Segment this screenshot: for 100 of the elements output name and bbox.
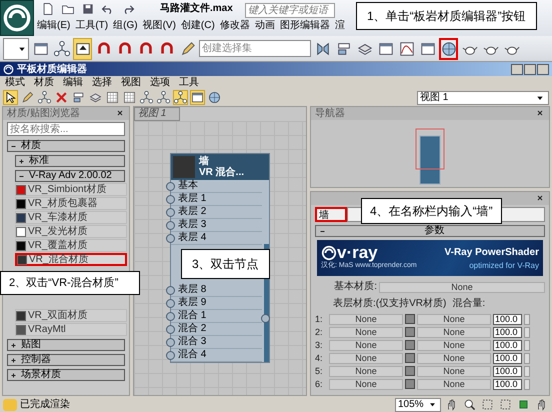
name-field[interactable]: 墙 bbox=[315, 207, 347, 222]
group-header[interactable]: 场景材质 bbox=[7, 369, 125, 381]
zoom-dropdown[interactable]: 105% bbox=[395, 398, 441, 412]
output-socket[interactable] bbox=[261, 314, 270, 323]
material-item[interactable]: VR_发光材质 bbox=[15, 225, 127, 238]
material-slot-button[interactable]: None bbox=[329, 340, 403, 350]
minimize-button[interactable] bbox=[511, 64, 523, 74]
search-field[interactable]: 键入关键字或短语 bbox=[244, 2, 335, 18]
menu-item[interactable]: 编辑 bbox=[63, 76, 83, 89]
cursor-icon bbox=[4, 91, 17, 104]
frame-icon bbox=[499, 398, 512, 411]
toolbar-button[interactable] bbox=[3, 90, 18, 105]
row-index: 3: bbox=[315, 339, 324, 351]
menu-item[interactable]: 模式 bbox=[5, 76, 25, 89]
material-slot-button[interactable]: None bbox=[417, 378, 491, 390]
file-icon bbox=[41, 2, 55, 16]
field-label: 基本材质: bbox=[333, 281, 377, 293]
arrow-box-icon bbox=[74, 40, 90, 56]
close-button[interactable] bbox=[537, 64, 549, 74]
toolbar-button[interactable] bbox=[207, 90, 222, 105]
amount-field[interactable]: 100.0 bbox=[493, 326, 522, 338]
socket-label: 表层 9 bbox=[178, 297, 206, 309]
sphere-icon bbox=[208, 91, 221, 104]
toolbar-button[interactable] bbox=[462, 397, 477, 412]
color-swatch[interactable] bbox=[405, 327, 415, 337]
menu-item[interactable]: 选择 bbox=[92, 76, 112, 89]
material-slot-button[interactable]: None bbox=[329, 366, 403, 376]
material-slot-button[interactable]: None bbox=[417, 366, 491, 376]
color-swatch[interactable] bbox=[405, 314, 415, 324]
material-slot-button[interactable]: None bbox=[329, 314, 403, 324]
navigator-preview[interactable] bbox=[415, 128, 445, 186]
view-tab[interactable]: 视图 1 bbox=[134, 107, 180, 121]
menu-item[interactable]: 修改器 bbox=[220, 18, 250, 34]
toolbar-button[interactable] bbox=[173, 90, 188, 105]
material-slot-button[interactable]: None bbox=[329, 352, 403, 364]
color-swatch[interactable] bbox=[405, 366, 415, 376]
color-swatch[interactable] bbox=[405, 379, 415, 389]
app-logo[interactable] bbox=[0, 0, 34, 36]
toolbar-button[interactable] bbox=[498, 397, 513, 412]
material-slot-button[interactable]: None bbox=[417, 314, 491, 324]
panel-title: 导航器 bbox=[315, 107, 345, 120]
menu-item[interactable]: 选项 bbox=[150, 76, 170, 89]
amount-field[interactable]: 100.0 bbox=[493, 352, 522, 364]
grid-icon bbox=[123, 91, 136, 104]
menu-item[interactable]: 渲 bbox=[334, 18, 345, 34]
selection-set-dropdown[interactable]: 创建选择集 bbox=[199, 40, 311, 57]
material-item[interactable]: VRayMtl bbox=[15, 323, 127, 336]
toolbar-button[interactable] bbox=[439, 38, 458, 60]
toolbar-button[interactable] bbox=[480, 397, 495, 412]
menu-item[interactable]: 图形编辑器 bbox=[280, 18, 330, 34]
socket-label: 混合 3 bbox=[178, 336, 206, 348]
menu-item[interactable]: 编辑(E) bbox=[37, 18, 70, 34]
nodes-icon bbox=[174, 91, 187, 104]
amount-field[interactable]: 100.0 bbox=[493, 340, 522, 350]
node-type: VR 混合... bbox=[199, 167, 244, 178]
toolbar-button[interactable] bbox=[190, 90, 205, 105]
material-slot-button[interactable]: None bbox=[417, 326, 491, 338]
menu-item[interactable]: 工具(T) bbox=[75, 18, 108, 34]
menu-item[interactable]: 创建(C) bbox=[180, 18, 215, 34]
search-field[interactable]: 按名称搜索... bbox=[7, 122, 125, 136]
amount-field[interactable]: 100.0 bbox=[493, 378, 522, 390]
material-item[interactable]: VR_混合材质 bbox=[15, 253, 127, 266]
menu-item[interactable]: 视图 bbox=[121, 76, 141, 89]
amount-field[interactable]: 100.0 bbox=[493, 314, 522, 324]
group-header[interactable]: 贴图 bbox=[7, 339, 125, 351]
toolbar-button[interactable] bbox=[139, 90, 154, 105]
node-name: 墙 bbox=[199, 156, 210, 167]
material-slot-button[interactable]: None bbox=[417, 340, 491, 350]
swirl-logo-icon bbox=[321, 244, 337, 261]
group-header[interactable]: 材质 bbox=[7, 140, 125, 152]
material-slot-button[interactable]: None bbox=[417, 352, 491, 364]
material-item[interactable]: VR_材质包裹器 bbox=[15, 197, 127, 210]
toolbar-button[interactable] bbox=[73, 38, 92, 60]
toolbar-button[interactable] bbox=[37, 90, 52, 105]
group-header[interactable]: 控制器 bbox=[7, 354, 125, 366]
maximize-button[interactable] bbox=[524, 64, 536, 74]
color-swatch[interactable] bbox=[405, 340, 415, 350]
menu-item[interactable]: 动画 bbox=[254, 18, 275, 34]
rollout-header[interactable]: 参数 bbox=[315, 225, 545, 237]
color-swatch[interactable] bbox=[405, 353, 415, 363]
callout: 2、双击“VR-混合材质” bbox=[0, 271, 140, 295]
view-dropdown[interactable]: 视图 1 bbox=[417, 90, 549, 104]
group-header[interactable]: V-Ray Adv 2.00.02 bbox=[15, 170, 125, 182]
menu-item[interactable]: 组(G) bbox=[113, 18, 138, 34]
material-slot-button[interactable]: None bbox=[329, 378, 403, 390]
material-item[interactable]: VR_车漆材质 bbox=[15, 211, 127, 224]
close-icon bbox=[536, 109, 545, 118]
close-icon bbox=[536, 194, 545, 203]
group-header[interactable]: 标准 bbox=[15, 155, 125, 167]
menu-item[interactable]: 工具 bbox=[179, 76, 199, 89]
material-slot-button[interactable]: None bbox=[379, 282, 545, 292]
material-item[interactable]: VR_双面材质 bbox=[15, 309, 127, 322]
menu-item[interactable]: 视图(V) bbox=[142, 18, 176, 34]
toolbar-button[interactable] bbox=[156, 90, 171, 105]
menu-item[interactable]: 材质 bbox=[34, 76, 54, 89]
toolbar-button[interactable] bbox=[71, 90, 86, 105]
material-item[interactable]: VR_Simbiont材质 bbox=[15, 183, 127, 196]
amount-field[interactable]: 100.0 bbox=[493, 366, 522, 376]
material-item[interactable]: VR_覆盖材质 bbox=[15, 239, 127, 252]
material-slot-button[interactable]: None bbox=[329, 326, 403, 338]
